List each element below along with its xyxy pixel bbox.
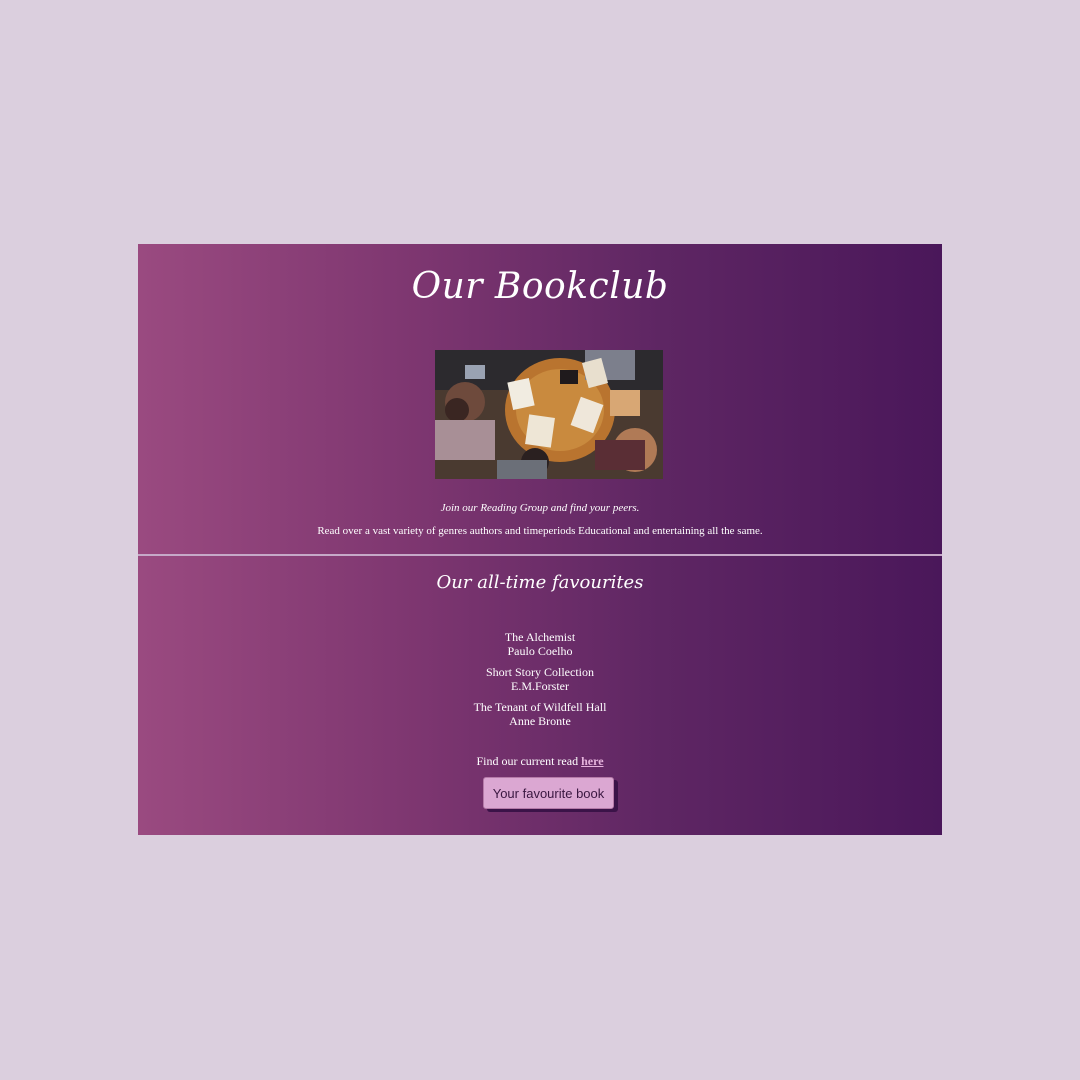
hero-image: [435, 350, 663, 479]
book-author: Anne Bronte: [509, 714, 571, 728]
list-item: The Tenant of Wildfell Hall Anne Bronte: [138, 700, 942, 728]
favourite-book-button[interactable]: Your favourite book: [483, 777, 614, 809]
page-title: Our Bookclub: [411, 266, 669, 307]
tagline: Join our Reading Group and find your pee…: [440, 502, 640, 514]
book-author: Paulo Coelho: [507, 644, 573, 658]
book-title: The Alchemist: [504, 630, 576, 644]
book-title: Short Story Collection: [486, 665, 594, 679]
book-author: E.M.Forster: [511, 679, 569, 693]
book-title: The Tenant of Wildfell Hall: [473, 700, 607, 714]
current-read-link[interactable]: here: [581, 754, 603, 768]
list-item: Short Story Collection E.M.Forster: [138, 665, 942, 693]
favourites-heading: Our all-time favourites: [436, 572, 644, 593]
section-divider: [138, 554, 942, 556]
current-read-text: Find our current read here: [138, 754, 942, 769]
bookclub-card: Our Bookclub Join our Reading Group and …: [138, 244, 942, 835]
list-item: The Alchemist Paulo Coelho: [138, 630, 942, 658]
current-read-prefix: Find our current read: [476, 754, 579, 768]
favourites-list: The Alchemist Paulo Coelho Short Story C…: [138, 630, 942, 735]
intro-text: Read over a vast variety of genres autho…: [317, 525, 763, 537]
